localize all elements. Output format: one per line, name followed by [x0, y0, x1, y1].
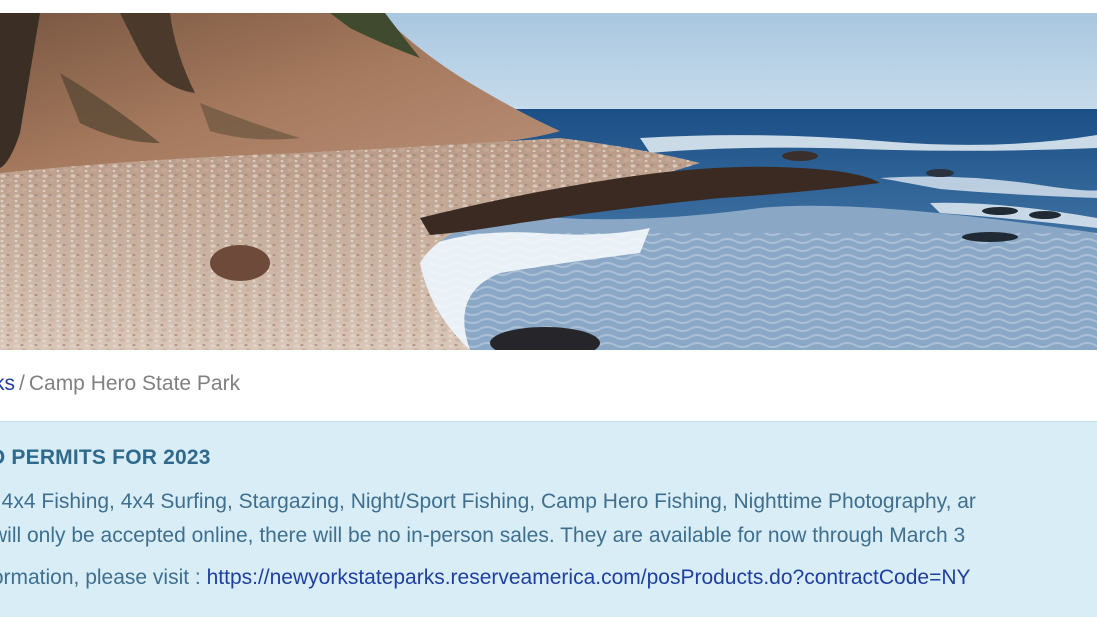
alert-info-prefix: formation, please visit :	[0, 566, 207, 589]
alert-title: D PERMITS FOR 2023	[0, 446, 211, 469]
page: ks/Camp Hero State Park D PERMITS FOR 20…	[0, 0, 1097, 617]
breadcrumb-parent-link[interactable]: ks	[0, 372, 15, 395]
alert-text-line: will only be accepted online, there will…	[0, 524, 966, 547]
breadcrumb-current: Camp Hero State Park	[28, 372, 241, 395]
breadcrumb: ks/Camp Hero State Park	[0, 368, 240, 400]
permits-alert-panel: D PERMITS FOR 2023 : 4x4 Fishing, 4x4 Su…	[0, 421, 1097, 617]
coastline-photo	[0, 13, 1097, 350]
alert-info-line: formation, please visit : https://newyor…	[0, 566, 971, 590]
breadcrumb-separator: /	[19, 372, 25, 395]
reserveamerica-link[interactable]: https://newyorkstateparks.reserveamerica…	[207, 566, 971, 589]
hero-image	[0, 13, 1097, 350]
alert-text-line: : 4x4 Fishing, 4x4 Surfing, Stargazing, …	[0, 490, 976, 513]
